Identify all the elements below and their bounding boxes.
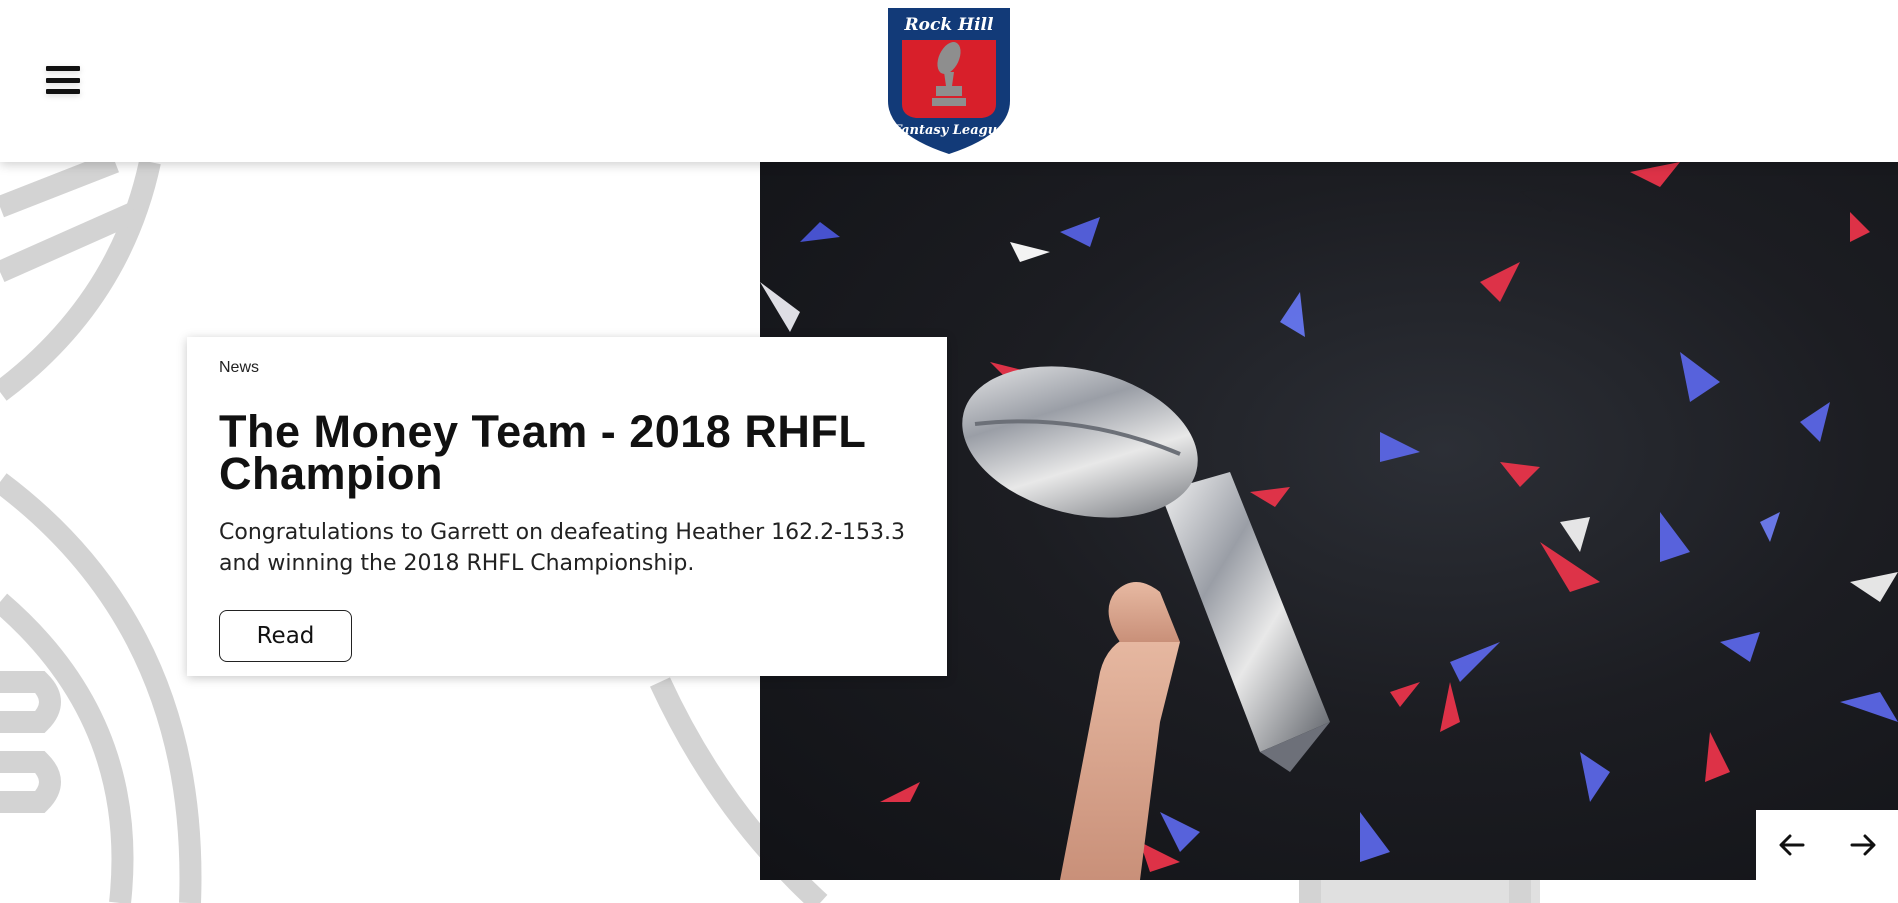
slider-prev-button[interactable]: [1756, 810, 1827, 880]
arrow-right-icon: [1850, 834, 1875, 856]
slider-navigation: [1756, 810, 1898, 880]
article-category: News: [219, 359, 260, 376]
article-summary: Congratulations to Garrett on deafeating…: [219, 520, 906, 576]
arrow-left-icon: [1779, 834, 1804, 856]
hamburger-menu-icon[interactable]: [40, 60, 86, 100]
featured-article-card: News The Money Team - 2018 RHFL Champion…: [187, 337, 947, 676]
logo-bottom-text: Fantasy League: [892, 123, 1006, 138]
site-header: Rock Hill Fantasy League: [0, 0, 1898, 162]
read-button[interactable]: Read: [219, 610, 352, 662]
article-title: The Money Team - 2018 RHFL Champion: [219, 406, 866, 499]
league-logo[interactable]: Rock Hill Fantasy League: [884, 6, 1014, 156]
slider-next-button[interactable]: [1827, 810, 1898, 880]
logo-top-text: Rock Hill: [904, 15, 994, 35]
